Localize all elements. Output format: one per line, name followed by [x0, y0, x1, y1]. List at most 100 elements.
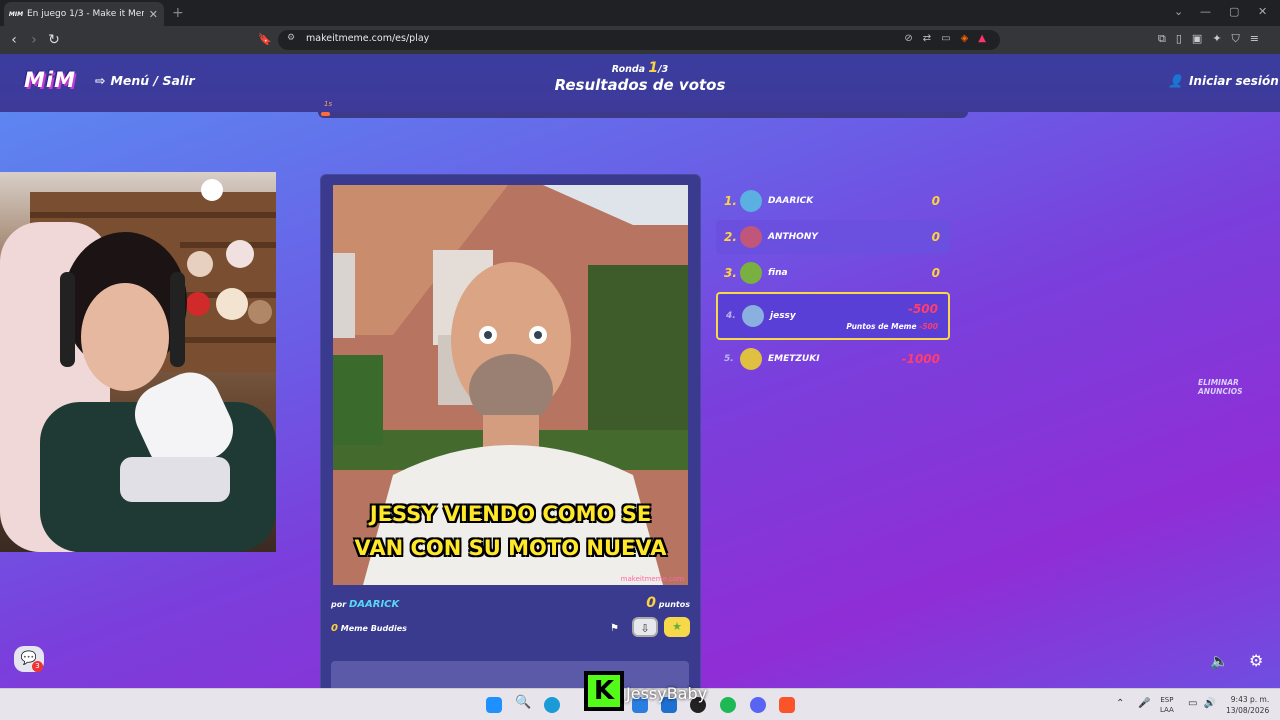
meme-points-value: -500	[919, 322, 938, 331]
user-icon: 👤	[1168, 74, 1183, 88]
avatar	[742, 305, 764, 327]
star-button[interactable]: ★	[664, 617, 690, 637]
close-window-icon[interactable]: ✕	[1258, 5, 1267, 18]
meme-author: por DAARICK	[331, 599, 399, 610]
no-track-icon[interactable]: ⊘	[904, 33, 912, 44]
star-icon: ★	[672, 620, 682, 633]
reload-icon[interactable]: ↻	[46, 32, 62, 48]
webcam-overlay	[0, 172, 276, 552]
caption-line-2: VAN CON SU MOTO NUEVA	[354, 536, 667, 560]
lang-layout: LAA	[1160, 706, 1174, 714]
chat-badge: 3	[32, 661, 43, 672]
favicon-icon: MIM	[8, 10, 24, 18]
forward-icon[interactable]: ›	[26, 32, 42, 48]
wallet-icon[interactable]: ▣	[1192, 32, 1202, 46]
translate-icon[interactable]: ⇄	[923, 33, 931, 44]
browser-tab-bar: MIM En juego 1/3 - Make it Meme ✕ + ⌄ — …	[0, 0, 1280, 26]
browser-nav-bar: ‹ › ↻ 🔖 ⚙ makeitmeme.com/es/play ⊘ ⇄ ▭ ◈…	[0, 26, 1280, 54]
player-rank: 4.	[726, 311, 736, 321]
points-value: 0	[646, 595, 656, 611]
avatar	[740, 348, 762, 370]
settings-gear-icon[interactable]: ⚙	[1249, 651, 1263, 670]
round-total: /3	[658, 64, 669, 75]
timer-label: 1s	[324, 100, 333, 108]
download-icon: ⇩	[640, 622, 650, 635]
round-current: 1	[648, 60, 659, 76]
leaderboard: 1. DAARICK 0 2. ANTHONY 0 3. fina 0 4. j…	[716, 184, 950, 378]
report-flag-icon[interactable]: ⚑	[610, 623, 619, 634]
discord-icon[interactable]	[750, 697, 766, 713]
player-rank: 5.	[724, 354, 734, 364]
buddies-value: 0	[331, 623, 338, 634]
author-prefix: por	[331, 600, 347, 609]
bookmark-icon[interactable]: 🔖	[257, 32, 273, 48]
browser-tab[interactable]: MIM En juego 1/3 - Make it Meme ✕	[4, 2, 164, 26]
remove-ads-link[interactable]: ELIMINAR ANUNCIOS	[1198, 378, 1280, 396]
clock-time: 9:43 p. m.	[1230, 695, 1270, 704]
download-button[interactable]: ⇩	[632, 617, 658, 637]
minimize-icon[interactable]: —	[1200, 5, 1211, 18]
webcam-image	[0, 179, 276, 552]
round-indicator: Ronda 1/3	[0, 60, 1280, 76]
player-rank: 1.	[724, 194, 737, 208]
tab-title: En juego 1/3 - Make it Meme	[27, 9, 144, 19]
brave-icon[interactable]	[779, 697, 795, 713]
meme-buddies: 0 Meme Buddies	[331, 623, 407, 634]
edge-icon[interactable]	[544, 697, 560, 713]
player-name: DAARICK	[768, 196, 814, 206]
volume-icon[interactable]: 🔊	[1203, 698, 1215, 709]
maximize-icon[interactable]: ▢	[1229, 5, 1239, 18]
new-tab-icon[interactable]: +	[172, 5, 184, 21]
author-name: DAARICK	[348, 599, 400, 610]
page-title: Resultados de votos	[554, 76, 726, 94]
spotify-icon[interactable]	[720, 697, 736, 713]
avatar	[740, 262, 762, 284]
streamer-name: JessyBaby	[626, 684, 708, 703]
leaderboard-row: 5. EMETZUKI -1000	[716, 342, 950, 376]
player-score: 0	[931, 230, 940, 244]
player-score: -1000	[901, 352, 940, 366]
sound-icon[interactable]: 🔈	[1210, 652, 1229, 670]
sidebar-icon[interactable]: ▯	[1176, 32, 1182, 46]
back-icon[interactable]: ‹	[6, 32, 22, 48]
brave-rewards-icon[interactable]: ▲	[978, 33, 986, 44]
player-score: -500	[907, 302, 938, 316]
kick-k-icon: K	[588, 675, 620, 707]
network-icon[interactable]: ▭	[1188, 698, 1197, 709]
lang-code: ESP	[1160, 696, 1174, 704]
cast-icon[interactable]: ▭	[941, 33, 950, 44]
player-score: 0	[931, 266, 940, 280]
leaderboard-row: 3. fina 0	[716, 256, 950, 290]
round-label: Ronda	[611, 64, 646, 75]
windows-start-icon[interactable]	[486, 697, 502, 713]
meme-card: JESSY VIENDO COMO SE VAN CON SU MOTO NUE…	[320, 174, 701, 688]
avatar	[740, 190, 762, 212]
leaderboard-row-current-player: 4. jessy -500 Puntos de Meme -500	[716, 292, 950, 340]
buddies-label: Meme Buddies	[340, 624, 407, 633]
login-button[interactable]: 👤 Iniciar sesión	[1168, 74, 1279, 88]
site-info-icon[interactable]: ⚙	[287, 33, 295, 43]
close-tab-icon[interactable]: ✕	[149, 8, 158, 21]
keyboard-language[interactable]: ESP LAA	[1160, 695, 1174, 715]
brave-shield-icon[interactable]: ◈	[961, 33, 969, 44]
kick-logo: K	[584, 671, 624, 711]
tray-overflow-icon[interactable]: ⌃	[1116, 698, 1124, 709]
microphone-icon[interactable]: 🎤	[1138, 698, 1150, 709]
leo-icon[interactable]: ✦	[1212, 32, 1221, 46]
tab-list-icon[interactable]: ⌄	[1174, 5, 1183, 18]
player-rank: 3.	[724, 266, 737, 280]
meme-points-label: Puntos de Meme	[846, 322, 917, 331]
caption-line-1: JESSY VIENDO COMO SE	[369, 502, 652, 526]
login-label: Iniciar sesión	[1188, 74, 1279, 88]
address-bar[interactable]: ⚙ makeitmeme.com/es/play ⊘ ⇄ ▭ ◈ ▲	[278, 30, 1000, 50]
browser-menu-icon[interactable]: ≡	[1250, 32, 1259, 46]
extensions-icon[interactable]: ⧉	[1158, 32, 1166, 46]
player-name: fina	[768, 268, 788, 278]
taskbar-clock[interactable]: 9:43 p. m. 13/08/2026	[1226, 694, 1269, 716]
meme-image[interactable]: JESSY VIENDO COMO SE VAN CON SU MOTO NUE…	[333, 185, 688, 585]
vpn-icon[interactable]: ⛉	[1232, 32, 1240, 46]
player-rank: 2.	[724, 230, 737, 244]
game-page: MiM ⇨ Menú / Salir Ronda 1/3 Resultados …	[0, 54, 1280, 688]
search-icon[interactable]: 🔍	[515, 695, 531, 711]
points-label: puntos	[658, 600, 690, 609]
